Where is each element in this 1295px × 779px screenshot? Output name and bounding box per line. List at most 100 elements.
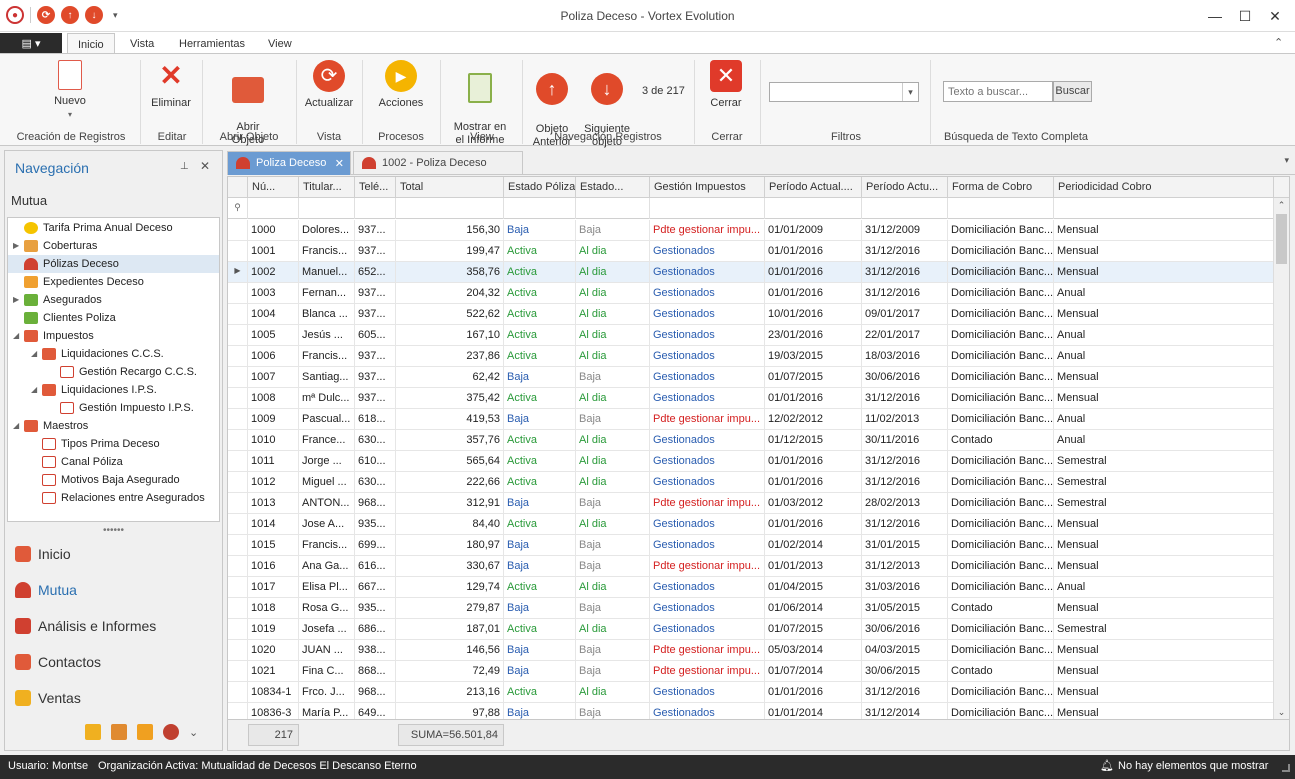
table-cell[interactable]: 31/12/2016 xyxy=(862,241,948,262)
table-cell[interactable]: 1012 xyxy=(248,472,299,493)
filter-cell[interactable] xyxy=(576,198,650,219)
table-cell[interactable]: 01/03/2012 xyxy=(765,493,862,514)
table-cell[interactable]: 01/01/2016 xyxy=(765,682,862,703)
table-cell[interactable]: Contado xyxy=(948,430,1054,451)
table-cell[interactable]: Al dia xyxy=(576,472,650,493)
table-cell[interactable]: 937... xyxy=(355,388,396,409)
table-cell[interactable]: 937... xyxy=(355,283,396,304)
table-cell[interactable]: Domiciliación Banc... xyxy=(948,535,1054,556)
table-cell[interactable]: Jesús ... xyxy=(299,325,355,346)
tree-item[interactable]: Expedientes Deceso xyxy=(24,273,144,291)
table-cell[interactable]: Mensual xyxy=(1054,262,1274,283)
table-cell[interactable]: 1018 xyxy=(248,598,299,619)
table-row[interactable]: 1013 ANTON... 968... 312,91 Baja Baja Pdte ges… xyxy=(228,493,1274,514)
table-cell[interactable]: Fernan... xyxy=(299,283,355,304)
tree-item[interactable]: Tipos Prima Deceso xyxy=(42,435,160,453)
collapse-arrow-icon[interactable]: ◢ xyxy=(13,421,19,430)
table-cell[interactable]: 167,10 xyxy=(396,325,504,346)
table-row[interactable]: 1004 Blanca ... 937... 522,62 Activa Al dia Ge… xyxy=(228,304,1274,325)
table-cell[interactable]: Al dia xyxy=(576,388,650,409)
mostrar-informe-button[interactable]: Mostrar en el Informe xyxy=(446,60,514,160)
collapse-ribbon-icon[interactable]: ⌃ xyxy=(1274,36,1283,49)
table-cell[interactable]: 01/01/2013 xyxy=(765,556,862,577)
table-cell[interactable]: 605... xyxy=(355,325,396,346)
table-cell[interactable]: 222,66 xyxy=(396,472,504,493)
table-cell[interactable]: 31/12/2016 xyxy=(862,283,948,304)
search-input[interactable] xyxy=(943,81,1053,102)
table-cell[interactable]: Gestionados xyxy=(650,283,765,304)
table-cell[interactable]: 31/12/2014 xyxy=(862,703,948,719)
filter-cell[interactable] xyxy=(396,198,504,219)
table-cell[interactable]: Anual xyxy=(1054,577,1274,598)
table-cell[interactable]: 686... xyxy=(355,619,396,640)
table-cell[interactable]: mª Dulc... xyxy=(299,388,355,409)
table-cell[interactable]: 31/12/2016 xyxy=(862,514,948,535)
table-cell[interactable]: 31/03/2016 xyxy=(862,577,948,598)
table-cell[interactable]: 237,86 xyxy=(396,346,504,367)
settings-gear-icon[interactable] xyxy=(163,724,179,740)
table-cell[interactable]: 31/12/2016 xyxy=(862,472,948,493)
table-cell[interactable]: 01/02/2014 xyxy=(765,535,862,556)
table-cell[interactable]: Gestionados xyxy=(650,577,765,598)
row-indicator[interactable] xyxy=(228,430,248,451)
collapse-arrow-icon[interactable]: ◢ xyxy=(13,331,19,340)
table-row[interactable]: 1001 Francis... 937... 199,47 Activa Al dia Ge… xyxy=(228,241,1274,262)
table-cell[interactable]: 868... xyxy=(355,661,396,682)
table-cell[interactable]: Activa xyxy=(504,241,576,262)
table-cell[interactable]: Gestionados xyxy=(650,367,765,388)
column-header[interactable]: Forma de Cobro xyxy=(948,177,1054,198)
table-cell[interactable]: 01/01/2016 xyxy=(765,262,862,283)
grid-filter-row[interactable]: ⚲ xyxy=(228,198,1289,219)
table-cell[interactable]: Baja xyxy=(504,556,576,577)
table-cell[interactable]: 31/12/2016 xyxy=(862,451,948,472)
table-cell[interactable]: 652... xyxy=(355,262,396,283)
table-cell[interactable]: Contado xyxy=(948,598,1054,619)
row-indicator[interactable] xyxy=(228,325,248,346)
row-indicator[interactable] xyxy=(228,514,248,535)
table-cell[interactable]: 01/12/2015 xyxy=(765,430,862,451)
row-indicator[interactable] xyxy=(228,409,248,430)
objeto-anterior-button[interactable]: ↑ Objeto Anterior xyxy=(528,60,576,162)
nav-button-ventas[interactable]: Ventas xyxy=(15,690,81,706)
current-row-indicator-icon[interactable]: ▶ xyxy=(228,262,248,283)
filter-cell[interactable] xyxy=(862,198,948,219)
table-cell[interactable]: Mensual xyxy=(1054,514,1274,535)
table-cell[interactable]: Baja xyxy=(504,703,576,719)
table-cell[interactable]: 01/01/2016 xyxy=(765,472,862,493)
table-cell[interactable]: Baja xyxy=(504,640,576,661)
table-row[interactable]: 1011 Jorge ... 610... 565,64 Activa Al dia Ges… xyxy=(228,451,1274,472)
table-cell[interactable]: Domiciliación Banc... xyxy=(948,304,1054,325)
table-cell[interactable]: Baja xyxy=(576,661,650,682)
table-row[interactable]: 1018 Rosa G... 935... 279,87 Baja Baja Gestion… xyxy=(228,598,1274,619)
table-cell[interactable]: Mensual xyxy=(1054,367,1274,388)
row-indicator[interactable] xyxy=(228,640,248,661)
table-cell[interactable]: 31/12/2016 xyxy=(862,262,948,283)
table-cell[interactable]: Semestral xyxy=(1054,451,1274,472)
table-cell[interactable]: 618... xyxy=(355,409,396,430)
table-cell[interactable]: Anual xyxy=(1054,409,1274,430)
tree-item-selected[interactable]: Pólizas Deceso xyxy=(8,255,219,273)
table-cell[interactable]: Domiciliación Banc... xyxy=(948,220,1054,241)
tree-item[interactable]: Gestión Impuesto I.P.S. xyxy=(60,399,194,417)
table-cell[interactable]: 610... xyxy=(355,451,396,472)
row-indicator[interactable] xyxy=(228,556,248,577)
table-cell[interactable]: Al dia xyxy=(576,283,650,304)
table-cell[interactable]: 1002 xyxy=(248,262,299,283)
table-cell[interactable]: 630... xyxy=(355,430,396,451)
column-header[interactable]: Período Actual.... xyxy=(765,177,862,198)
table-cell[interactable]: Activa xyxy=(504,388,576,409)
collapse-arrow-icon[interactable]: ◢ xyxy=(31,385,37,394)
app-menu-button[interactable]: ▤ ▾ xyxy=(0,33,62,53)
table-cell[interactable]: Al dia xyxy=(576,346,650,367)
table-cell[interactable]: Domiciliación Banc... xyxy=(948,472,1054,493)
table-row[interactable]: 1015 Francis... 699... 180,97 Baja Baja Gestio… xyxy=(228,535,1274,556)
table-row[interactable]: 1007 Santiag... 937... 62,42 Baja Baja Gestion… xyxy=(228,367,1274,388)
tree-item[interactable]: Impuestos xyxy=(24,327,94,345)
tree-item[interactable]: Maestros xyxy=(24,417,88,435)
table-cell[interactable]: 937... xyxy=(355,220,396,241)
table-cell[interactable]: Josefa ... xyxy=(299,619,355,640)
table-cell[interactable]: Activa xyxy=(504,619,576,640)
filter-cell[interactable] xyxy=(248,198,299,219)
table-cell[interactable]: 699... xyxy=(355,535,396,556)
table-row[interactable]: 10834-1 Frco. J... 968... 213,16 Activa Al di… xyxy=(228,682,1274,703)
